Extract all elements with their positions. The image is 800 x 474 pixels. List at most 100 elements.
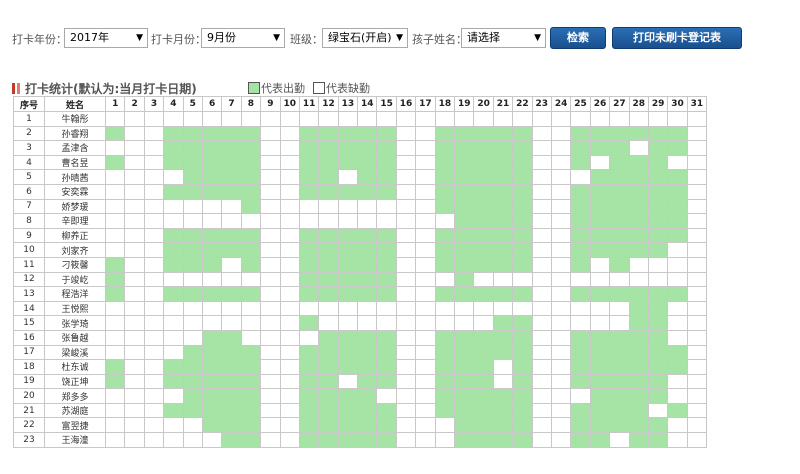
month-select[interactable]: 9月份 ▼: [201, 28, 285, 48]
day-cell-present: [492, 169, 514, 185]
day-cell-absent: [395, 213, 417, 229]
day-cell-absent: [279, 373, 300, 390]
day-cell-absent: [550, 344, 572, 361]
day-cell-absent: [143, 329, 165, 346]
day-cell-absent: [395, 140, 417, 156]
day-cell-absent: [550, 271, 572, 288]
student-name: 张鲁越: [44, 329, 106, 346]
table-row: 3 孟津含: [13, 140, 708, 156]
row-index: 9: [13, 227, 45, 244]
day-cell-absent: [531, 154, 552, 171]
student-name: 娇梦瑗: [44, 198, 106, 215]
day-cell-present: [512, 417, 533, 434]
day-cell-present: [512, 329, 533, 346]
day-cell-absent: [298, 329, 320, 346]
header-day: 5: [182, 96, 203, 112]
day-cell-absent: [531, 183, 552, 200]
year-select-value: 2017年: [70, 31, 109, 44]
search-button[interactable]: 检索: [550, 27, 606, 49]
child-label: 孩子姓名：: [412, 33, 467, 46]
day-cell-present: [337, 432, 359, 448]
day-cell-present: [104, 125, 126, 142]
day-cell-present: [589, 242, 611, 258]
day-cell-present: [434, 373, 456, 390]
day-cell-absent: [221, 271, 242, 288]
day-cell-absent: [415, 315, 436, 331]
day-cell-present: [221, 286, 242, 302]
day-cell-absent: [395, 256, 417, 273]
day-cell-absent: [667, 300, 688, 317]
day-cell-present: [376, 125, 397, 142]
child-select-value: 请选择: [467, 31, 500, 44]
day-cell-present: [667, 213, 688, 229]
month-label: 打卡月份：: [151, 33, 206, 46]
day-cell-absent: [260, 213, 281, 229]
day-cell-absent: [260, 242, 281, 258]
child-select[interactable]: 请选择 ▼: [461, 28, 546, 48]
day-cell-absent: [337, 300, 359, 317]
day-cell-absent: [182, 417, 203, 434]
day-cell-present: [357, 432, 378, 448]
header-day: 21: [492, 96, 514, 112]
day-cell-present: [337, 344, 359, 361]
day-cell-present: [473, 140, 494, 156]
day-cell-absent: [260, 344, 281, 361]
day-cell-present: [182, 359, 203, 375]
day-cell-absent: [531, 329, 552, 346]
row-index: 17: [13, 344, 45, 361]
day-cell-present: [221, 344, 242, 361]
day-cell-absent: [454, 300, 475, 317]
day-cell-present: [104, 359, 126, 375]
absent-swatch-icon: [313, 82, 325, 94]
day-cell-absent: [570, 300, 591, 317]
day-cell-present: [337, 125, 359, 142]
day-cell-present: [201, 125, 223, 142]
day-cell-present: [201, 140, 223, 156]
day-cell-absent: [686, 402, 708, 419]
print-unswiped-button[interactable]: 打印未刷卡登记表: [612, 27, 742, 49]
day-cell-absent: [550, 154, 572, 171]
class-select[interactable]: 绿宝石(开启) ▼: [322, 28, 408, 48]
day-cell-absent: [279, 198, 300, 215]
day-cell-absent: [163, 198, 184, 215]
day-cell-absent: [550, 183, 572, 200]
day-cell-absent: [686, 300, 708, 317]
day-cell-absent: [550, 402, 572, 419]
day-cell-present: [454, 271, 475, 288]
row-index: 16: [13, 329, 45, 346]
row-index: 19: [13, 373, 45, 390]
day-cell-absent: [589, 300, 611, 317]
day-cell-absent: [124, 359, 145, 375]
day-cell-present: [589, 432, 611, 448]
day-cell-present: [318, 242, 339, 258]
day-cell-present: [512, 183, 533, 200]
day-cell-present: [357, 183, 378, 200]
day-cell-absent: [279, 183, 300, 200]
day-cell-absent: [376, 388, 397, 404]
header-day: 12: [318, 96, 339, 112]
day-cell-present: [454, 388, 475, 404]
day-cell-absent: [260, 417, 281, 434]
day-cell-present: [570, 154, 591, 171]
day-cell-present: [376, 402, 397, 419]
day-cell-present: [376, 183, 397, 200]
day-cell-present: [201, 329, 223, 346]
day-cell-absent: [182, 315, 203, 331]
year-select[interactable]: 2017年 ▼: [64, 28, 148, 48]
row-index: 14: [13, 300, 45, 317]
day-cell-present: [473, 242, 494, 258]
day-cell-absent: [124, 227, 145, 244]
day-cell-absent: [318, 213, 339, 229]
day-cell-absent: [550, 140, 572, 156]
day-cell-present: [647, 183, 669, 200]
day-cell-absent: [434, 271, 456, 288]
day-cell-absent: [395, 286, 417, 302]
row-index: 1: [13, 111, 45, 127]
day-cell-absent: [182, 271, 203, 288]
day-cell-absent: [686, 213, 708, 229]
day-cell-absent: [667, 315, 688, 331]
day-cell-absent: [376, 198, 397, 215]
day-cell-absent: [279, 315, 300, 331]
day-cell-absent: [337, 213, 359, 229]
day-cell-present: [318, 359, 339, 375]
